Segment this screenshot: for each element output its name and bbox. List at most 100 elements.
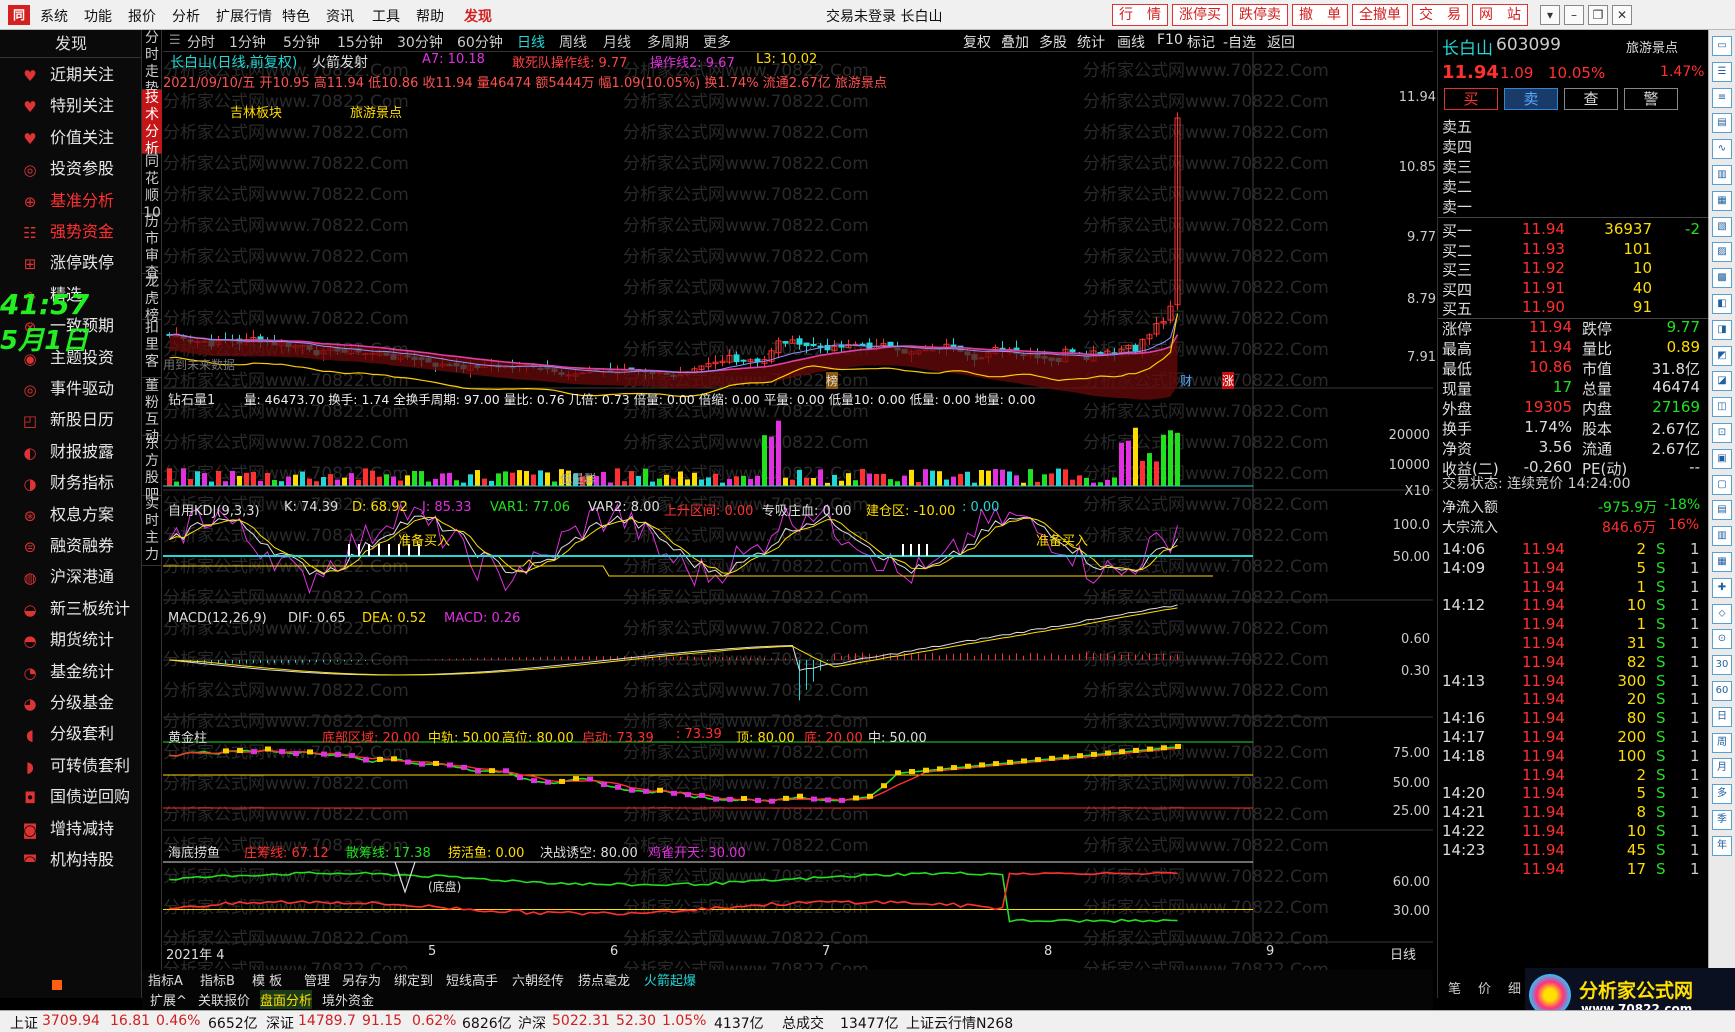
menu-icon[interactable]: ▾ xyxy=(1540,5,1560,25)
sidebar-item-3[interactable]: ◎ 投资参股 xyxy=(18,154,138,184)
subbar-tab-0[interactable]: 扩展^ xyxy=(150,990,187,1009)
sidebar-item-19[interactable]: ◔ 基金统计 xyxy=(18,657,138,687)
sidebar-tool-icon[interactable]: ∿ xyxy=(1712,139,1732,160)
menu-system[interactable]: 系统 xyxy=(40,6,68,26)
menu-quote[interactable]: 报价 xyxy=(128,6,156,26)
vol-indicator-name[interactable]: 钻石量1 xyxy=(168,389,215,408)
indicator-tab-8[interactable]: 捞点毫龙 xyxy=(578,970,630,989)
subbar-tab-3[interactable]: 境外资金 xyxy=(322,990,374,1009)
vtab-8[interactable]: 实时主力 xyxy=(142,496,162,566)
candle-body[interactable] xyxy=(733,354,740,363)
sidebar-item-25[interactable]: ◚ 机构持股 xyxy=(18,845,138,875)
indicator-tab-3[interactable]: 管理 xyxy=(304,970,330,989)
period-multi[interactable]: 多周期 xyxy=(647,32,689,52)
tool-multistock[interactable]: 多股 xyxy=(1039,32,1067,52)
sell-button[interactable]: 卖 xyxy=(1504,88,1558,110)
tool-overlay[interactable]: 叠加 xyxy=(1001,32,1029,52)
indicator-tab-5[interactable]: 绑定到 xyxy=(394,970,433,989)
menu-ext-quote[interactable]: 扩展行情 xyxy=(216,6,272,26)
sidebar-item-24[interactable]: ◙ 增持减持 xyxy=(18,814,138,844)
period-weekly[interactable]: 周线 xyxy=(559,32,587,52)
menu-analysis[interactable]: 分析 xyxy=(172,6,200,26)
sidebar-item-4[interactable]: ⊕ 基准分析 xyxy=(18,186,138,216)
kdj-indicator-name[interactable]: 自用KDJ(9,3,3) xyxy=(168,500,260,519)
tool-watchlist[interactable]: -自选 xyxy=(1223,32,1256,52)
menu-discover[interactable]: 发现 xyxy=(464,6,492,26)
period-monthly[interactable]: 月线 xyxy=(603,32,631,52)
candle-body[interactable] xyxy=(740,359,747,362)
sidebar-tool-icon[interactable]: ▤ xyxy=(1712,500,1732,521)
sidebar-tool-icon[interactable]: 季 xyxy=(1712,810,1732,830)
sidebar-item-13[interactable]: ◑ 财务指标 xyxy=(18,468,138,498)
sidebar-item-22[interactable]: ◗ 可转债套利 xyxy=(18,751,138,781)
quote-sector[interactable]: 旅游景点 xyxy=(1626,37,1678,56)
period-15min[interactable]: 15分钟 xyxy=(337,32,383,52)
vtab-5[interactable]: 扣里客 xyxy=(142,320,162,378)
macd-indicator-name[interactable]: MACD(12,26,9) xyxy=(168,611,267,626)
sidebar-item-15[interactable]: ⊜ 融资融券 xyxy=(18,531,138,561)
sidebar-tool-icon[interactable]: ◨ xyxy=(1712,319,1732,340)
sidebar-item-12[interactable]: ◐ 财报披露 xyxy=(18,437,138,467)
indicator-tab-0[interactable]: 指标A xyxy=(148,970,183,989)
sidebar-tool-icon[interactable]: 年 xyxy=(1712,835,1732,856)
sidebar-item-10[interactable]: ◎ 事件驱动 xyxy=(18,374,138,404)
cancel-order-button[interactable]: 撤 单 xyxy=(1292,4,1348,26)
settings-icon[interactable]: ☰ xyxy=(169,33,181,48)
period-60min[interactable]: 60分钟 xyxy=(457,32,503,52)
sz-index-name[interactable]: 深证 xyxy=(266,1013,294,1032)
limit-down-sell-button[interactable]: 跌停卖 xyxy=(1232,4,1288,26)
sidebar-tool-icon[interactable]: ✚ xyxy=(1712,577,1732,598)
quote-button[interactable]: 行 情 xyxy=(1112,4,1168,26)
candle-body[interactable] xyxy=(1132,344,1139,352)
sidebar-tool-icon[interactable]: ⬦ xyxy=(1712,603,1732,624)
sidebar-tool-icon[interactable]: ◫ xyxy=(1712,397,1732,418)
sidebar-item-2[interactable]: ♥ 价值关注 xyxy=(18,123,138,153)
limit-up-buy-button[interactable]: 涨停买 xyxy=(1172,4,1228,26)
sidebar-tool-icon[interactable]: ▥ xyxy=(1712,526,1732,547)
sidebar-tool-icon[interactable]: ▩ xyxy=(1712,268,1732,289)
menu-help[interactable]: 帮助 xyxy=(416,6,444,26)
sidebar-item-21[interactable]: ◖ 分级套利 xyxy=(18,719,138,749)
sidebar-item-14[interactable]: ⊛ 权息方案 xyxy=(18,500,138,530)
period-daily[interactable]: 日线 xyxy=(517,32,545,52)
alert-button[interactable]: 警 xyxy=(1624,88,1678,110)
tool-mark[interactable]: 标记 xyxy=(1187,32,1215,52)
candle-body[interactable] xyxy=(838,344,845,348)
bid-row[interactable]: 买一 11.94 36937 -2 xyxy=(1442,220,1704,241)
sidebar-tool-icon[interactable]: ▢ xyxy=(1712,474,1732,495)
candle-body[interactable] xyxy=(782,341,789,344)
sidebar-tool-icon[interactable]: ▭ xyxy=(1712,36,1732,56)
close-icon[interactable]: ✕ xyxy=(1612,5,1632,25)
vtab-1[interactable]: 技术分析 xyxy=(142,90,162,157)
sidebar-tool-icon[interactable]: 多 xyxy=(1712,784,1732,805)
candle-body[interactable] xyxy=(1069,349,1076,353)
candle-body[interactable] xyxy=(754,358,761,363)
finance-marker[interactable]: 财 xyxy=(1180,372,1192,389)
vtab-4[interactable]: 龙虎榜 xyxy=(142,274,162,324)
minimize-icon[interactable]: – xyxy=(1564,5,1584,25)
sidebar-collapse-icon[interactable] xyxy=(52,980,62,990)
indicator-tab-7[interactable]: 六朝经传 xyxy=(512,970,564,989)
sidebar-tool-icon[interactable]: 周 xyxy=(1712,732,1732,753)
subbar-tab-2[interactable]: 盘面分析 xyxy=(260,990,313,1009)
tab-detail[interactable]: 细 xyxy=(1508,978,1521,997)
candle-body[interactable] xyxy=(796,338,803,345)
sidebar-tool-icon[interactable]: ▤ xyxy=(1712,113,1732,134)
tab-tick[interactable]: 笔 xyxy=(1448,978,1461,997)
sidebar-tool-icon[interactable]: ▧ xyxy=(1712,216,1732,237)
sidebar-tool-icon[interactable]: ▦ xyxy=(1712,190,1732,211)
sidebar-item-5[interactable]: ☷ 强势资金 xyxy=(18,217,138,247)
buy-button[interactable]: 买 xyxy=(1444,88,1498,110)
sh-index-name[interactable]: 上证 xyxy=(10,1013,38,1032)
sidebar-tool-icon[interactable]: ☰ xyxy=(1712,61,1732,82)
period-5min[interactable]: 5分钟 xyxy=(283,32,320,52)
query-button[interactable]: 查 xyxy=(1564,88,1618,110)
vtab-0[interactable]: 分时走势 xyxy=(142,30,162,97)
cloud-quote-label[interactable]: 上证云行情N268 xyxy=(906,1013,1013,1032)
website-button[interactable]: 网 站 xyxy=(1472,4,1528,26)
candle-body[interactable] xyxy=(803,342,810,347)
sidebar-tool-icon[interactable]: ▣ xyxy=(1712,448,1732,469)
indicator-tab-6[interactable]: 短线高手 xyxy=(446,970,498,989)
fish-indicator-name[interactable]: 海底捞鱼 xyxy=(168,842,220,861)
sidebar-item-0[interactable]: ♥ 近期关注 xyxy=(18,60,138,90)
